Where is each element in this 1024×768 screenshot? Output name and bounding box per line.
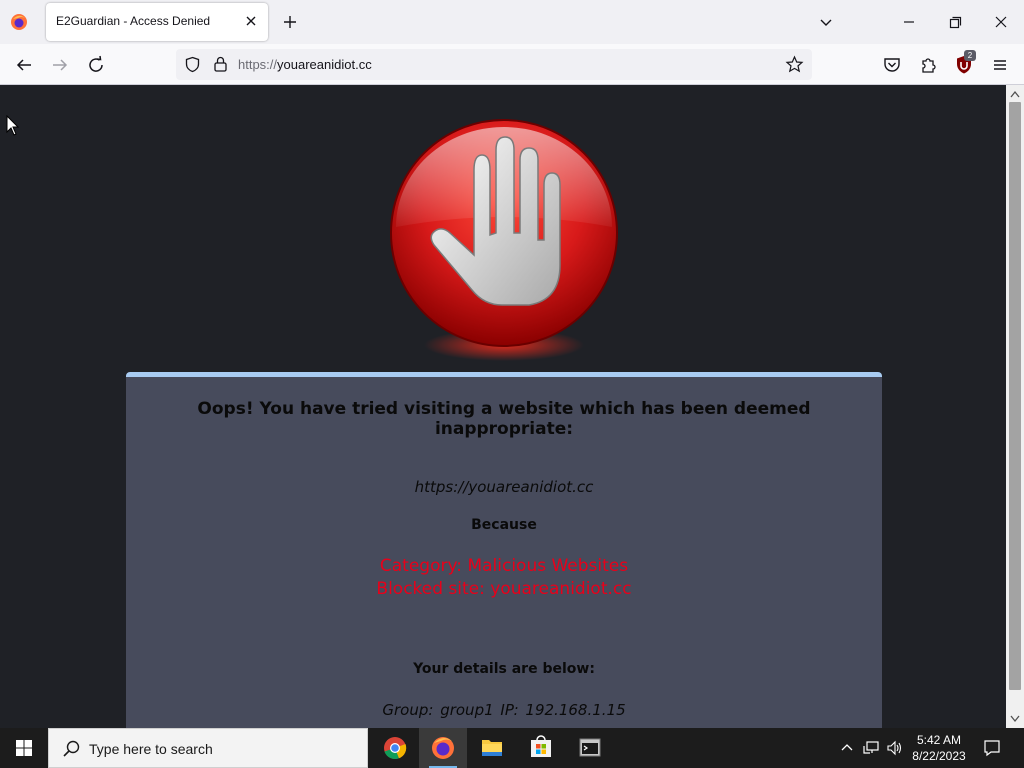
url-bar[interactable]: https://youareanidiot.cc	[176, 49, 812, 80]
minimize-icon[interactable]	[898, 12, 920, 32]
user-details: Group: group1 IP: 192.168.1.15	[382, 701, 626, 719]
restore-icon[interactable]	[944, 12, 966, 32]
page-heading: Oops! You have tried visiting a website …	[197, 399, 811, 439]
bookmark-star-icon[interactable]	[785, 55, 804, 74]
nav-bar: https://youareanidiot.cc	[0, 44, 1024, 85]
clock-date: 8/22/2023	[912, 749, 966, 763]
menu-icon[interactable]	[988, 53, 1012, 77]
close-window-icon[interactable]	[990, 12, 1012, 32]
mouse-cursor-icon	[6, 115, 20, 136]
access-denied-panel: Oops! You have tried visiting a website …	[126, 372, 882, 728]
scroll-thumb[interactable]	[1009, 102, 1021, 690]
firefox-icon	[432, 737, 454, 759]
url-host: youareanidiot.cc	[277, 57, 372, 72]
network-icon[interactable]	[862, 739, 880, 757]
new-tab-icon[interactable]	[280, 12, 300, 32]
search-placeholder: Type here to search	[89, 741, 213, 757]
scroll-up-icon[interactable]	[1010, 90, 1020, 98]
url-scheme: https://	[238, 57, 278, 72]
taskbar-terminal[interactable]	[566, 728, 614, 768]
volume-icon[interactable]	[886, 739, 904, 757]
taskbar-search[interactable]: Type here to search	[48, 728, 368, 768]
page-content: Oops! You have tried visiting a website …	[0, 85, 1006, 728]
blocked-url: https://youareanidiot.cc	[414, 478, 594, 496]
chrome-icon	[384, 737, 407, 759]
list-all-tabs-icon[interactable]	[816, 12, 836, 32]
terminal-icon	[579, 738, 601, 757]
because-label: Because	[471, 517, 537, 533]
taskbar-file-explorer[interactable]	[468, 728, 516, 768]
firefox-view-icon[interactable]	[10, 13, 28, 31]
clock-time: 5:42 AM	[916, 733, 962, 747]
notification-center-icon[interactable]	[982, 738, 1002, 758]
tab-e2guardian[interactable]: E2Guardian - Access Denied	[46, 3, 268, 41]
tab-title: E2Guardian - Access Denied	[56, 14, 211, 28]
taskbar-chrome[interactable]	[371, 728, 419, 768]
search-icon	[63, 740, 80, 757]
details-title: Your details are below:	[413, 661, 595, 677]
tracking-protection-icon[interactable]	[184, 56, 201, 73]
taskbar-firefox[interactable]	[419, 728, 467, 768]
show-hidden-icons-icon[interactable]	[838, 739, 856, 757]
pocket-icon[interactable]	[880, 53, 904, 77]
category-reason: Category: Malicious Websites	[379, 556, 629, 576]
blocked-site-reason: Blocked site: youareanidiot.cc	[376, 579, 632, 599]
store-icon	[531, 735, 551, 757]
reload-icon[interactable]	[84, 53, 108, 77]
vertical-scrollbar[interactable]	[1006, 85, 1024, 728]
taskbar: Type here to search 5:42 AM 8/22/2023	[0, 728, 1024, 768]
folder-icon	[482, 740, 502, 756]
close-tab-icon[interactable]	[242, 12, 260, 30]
scroll-down-icon[interactable]	[1010, 715, 1020, 723]
screen: E2Guardian - Access Denied https://youar…	[0, 0, 1024, 768]
tab-strip: E2Guardian - Access Denied	[0, 0, 1024, 44]
windows-start-icon[interactable]	[0, 728, 48, 768]
lock-icon[interactable]	[212, 55, 229, 73]
stop-hand-icon	[390, 119, 618, 361]
taskbar-store[interactable]	[517, 728, 565, 768]
extension-badge: 2	[964, 50, 976, 61]
url-text[interactable]: https://youareanidiot.cc	[238, 57, 372, 72]
back-icon[interactable]	[12, 53, 36, 77]
system-clock[interactable]: 5:42 AM 8/22/2023	[904, 732, 974, 764]
extensions-icon[interactable]	[916, 53, 940, 77]
forward-icon[interactable]	[48, 53, 72, 77]
